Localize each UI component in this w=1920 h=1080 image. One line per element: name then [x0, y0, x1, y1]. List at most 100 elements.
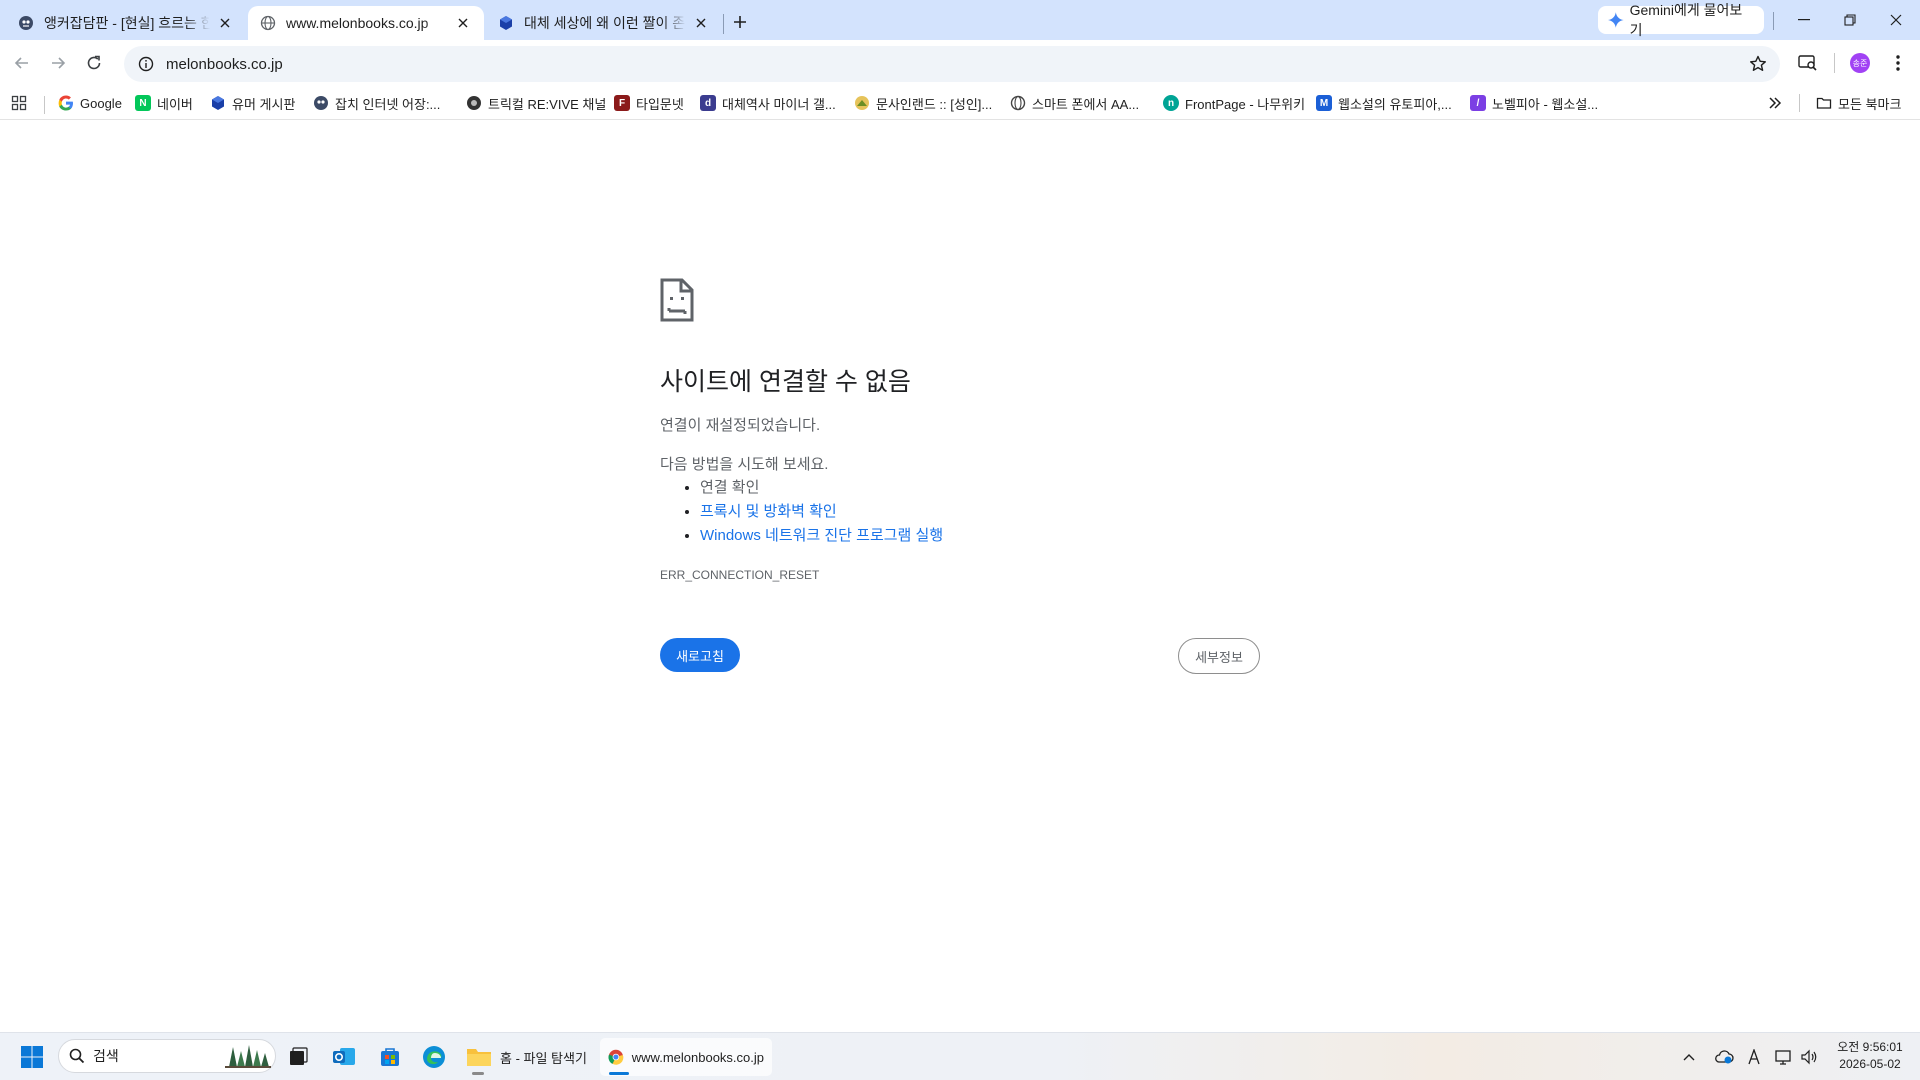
- profile-avatar[interactable]: 송준: [1850, 53, 1870, 73]
- address-bar[interactable]: melonbooks.co.jp: [124, 46, 1780, 82]
- task-view-icon: [290, 1047, 308, 1065]
- close-window-button[interactable]: [1873, 4, 1919, 36]
- separator: [1834, 53, 1835, 73]
- clock-date: 2026-05-02: [1839, 1057, 1901, 1071]
- bookmark-namuwiki[interactable]: n FrontPage - 나무위키: [1163, 90, 1305, 116]
- show-hidden-icons-button[interactable]: [1678, 1037, 1700, 1077]
- bookmark-humor-board[interactable]: 유머 게시판: [210, 90, 295, 116]
- chevron-up-icon: [1683, 1054, 1695, 1061]
- menu-button[interactable]: [1885, 50, 1911, 76]
- close-icon: [1890, 14, 1902, 26]
- gemini-ask-button[interactable]: Gemini에게 물어보기: [1598, 2, 1764, 38]
- bookmark-jabchi[interactable]: 잡치 인터넷 어장:...: [313, 90, 440, 116]
- bookmark-label: 대체역사 마이너 갤...: [722, 96, 836, 112]
- suggestion-check-proxy-link[interactable]: 프록시 및 방화벽 확인: [700, 500, 943, 524]
- tab-melonbooks[interactable]: www.melonbooks.co.jp: [248, 6, 484, 40]
- screen-search-icon: [1798, 55, 1817, 71]
- close-icon[interactable]: [216, 14, 234, 32]
- task-view-button[interactable]: [282, 1037, 314, 1077]
- file-explorer-app[interactable]: 홈 - 파일 탐색기: [458, 1038, 595, 1076]
- search-icon: [69, 1048, 85, 1064]
- site-favicon-icon: [19, 16, 33, 30]
- start-button[interactable]: [14, 1037, 50, 1077]
- outlook-app[interactable]: [328, 1037, 360, 1077]
- bookmark-star-icon[interactable]: [1748, 54, 1768, 74]
- apps-button[interactable]: [11, 90, 27, 116]
- mascot-icon: [314, 96, 328, 110]
- volume-tray[interactable]: [1798, 1037, 1822, 1077]
- close-icon[interactable]: [692, 14, 710, 32]
- network-monitor-icon: [1775, 1050, 1791, 1065]
- suggestion-network-diagnostics-link[interactable]: Windows 네트워크 진단 프로그램 실행: [700, 524, 943, 548]
- bookmark-label: 스마트 폰에서 AA...: [1032, 96, 1140, 112]
- lens-search-button[interactable]: [1795, 50, 1821, 76]
- reload-toolbar-button[interactable]: [81, 50, 107, 76]
- site-info-icon[interactable]: [136, 54, 156, 74]
- close-icon[interactable]: [454, 14, 472, 32]
- bookmark-google[interactable]: Google: [58, 90, 122, 116]
- explorer-label: 홈 - 파일 탐색기: [500, 1050, 587, 1066]
- error-title: 사이트에 연결할 수 없음: [660, 368, 911, 396]
- suggestion-check-connection: 연결 확인: [700, 476, 943, 500]
- back-button[interactable]: [9, 50, 35, 76]
- search-label: 검색: [93, 1048, 119, 1064]
- munpia-icon: M: [1316, 95, 1332, 111]
- bookmark-munsa[interactable]: 문사인랜드 :: [성인]...: [854, 90, 992, 116]
- search-highlight-trees-icon: [225, 1045, 271, 1068]
- edge-icon: [423, 1046, 445, 1068]
- onedrive-tray[interactable]: [1712, 1037, 1736, 1077]
- forward-button[interactable]: [45, 50, 71, 76]
- chevron-double-right-icon: [1769, 97, 1782, 109]
- minimize-icon: [1798, 19, 1810, 21]
- chrome-app[interactable]: www.melonbooks.co.jp: [600, 1038, 772, 1076]
- bookmark-naver[interactable]: N 네이버: [135, 90, 193, 116]
- arrow-left-icon: [14, 57, 28, 69]
- url-text[interactable]: melonbooks.co.jp: [166, 56, 283, 73]
- network-tray[interactable]: [1772, 1037, 1796, 1077]
- folder-icon: [1816, 97, 1832, 109]
- arrow-right-icon: [52, 57, 66, 69]
- tab-separator: [723, 14, 724, 34]
- details-button[interactable]: 세부정보: [1178, 638, 1260, 674]
- restore-button[interactable]: [1827, 4, 1873, 36]
- bookmark-label: 모든 북마크: [1838, 96, 1902, 112]
- reload-button[interactable]: 새로고침: [660, 638, 740, 672]
- tab-title: 앵커잡담판 - [현실] 흐르는 한강: [44, 15, 210, 31]
- more-bookmarks-button[interactable]: [1768, 90, 1782, 116]
- bookmark-trickcal[interactable]: 트릭컬 RE:VIVE 채널: [466, 90, 606, 116]
- reload-icon: [87, 55, 101, 70]
- error-code: ERR_CONNECTION_RESET: [660, 568, 820, 582]
- edge-app[interactable]: [418, 1037, 450, 1077]
- microsoft-store-app[interactable]: [374, 1037, 406, 1077]
- cloud-sync-icon: [1715, 1050, 1734, 1064]
- bookmark-webnovel-utopia[interactable]: M 웹소설의 유토피아,...: [1316, 90, 1452, 116]
- new-tab-button[interactable]: [728, 10, 752, 34]
- taskbar-clock[interactable]: 오전 9:56:01 2026-05-02: [1830, 1039, 1910, 1073]
- tab-meme[interactable]: 대체 세상에 왜 이런 짤이 존재: [486, 6, 722, 40]
- all-bookmarks-button[interactable]: 모든 북마크: [1816, 90, 1901, 116]
- ime-a-icon: [1748, 1049, 1760, 1065]
- bookmark-label: 타입문넷: [636, 96, 684, 112]
- bookmark-label: 노벨피아 - 웹소설...: [1492, 96, 1599, 112]
- naver-icon: N: [135, 95, 151, 111]
- bookmark-novelpia[interactable]: / 노벨피아 - 웹소설...: [1470, 90, 1598, 116]
- bookmark-label: FrontPage - 나무위키: [1185, 96, 1306, 112]
- bookmark-smartphone-aa[interactable]: 스마트 폰에서 AA...: [1010, 90, 1139, 116]
- tab-title: www.melonbooks.co.jp: [286, 15, 429, 31]
- ime-indicator[interactable]: [1742, 1037, 1766, 1077]
- gemini-sparkle-icon: [1608, 12, 1624, 28]
- chrome-icon: [608, 1049, 624, 1065]
- google-icon: [58, 95, 73, 111]
- speaker-icon: [1801, 1049, 1817, 1065]
- store-icon: [381, 1048, 399, 1066]
- novelpia-icon: /: [1470, 95, 1486, 111]
- taskbar-search-box[interactable]: 검색: [58, 1039, 276, 1073]
- bookmark-althistory[interactable]: d 대체역사 마이너 갤...: [700, 90, 836, 116]
- tab-anchor-board[interactable]: 앵커잡담판 - [현실] 흐르는 한강: [6, 6, 246, 40]
- bookmark-typemoon[interactable]: F 타입문넷: [614, 90, 684, 116]
- error-description: 연결이 재설정되었습니다.: [660, 417, 821, 434]
- minimize-button[interactable]: [1781, 4, 1827, 36]
- bookmark-label: 유머 게시판: [232, 96, 296, 112]
- separator: [1773, 12, 1774, 30]
- cube-icon: [500, 16, 512, 30]
